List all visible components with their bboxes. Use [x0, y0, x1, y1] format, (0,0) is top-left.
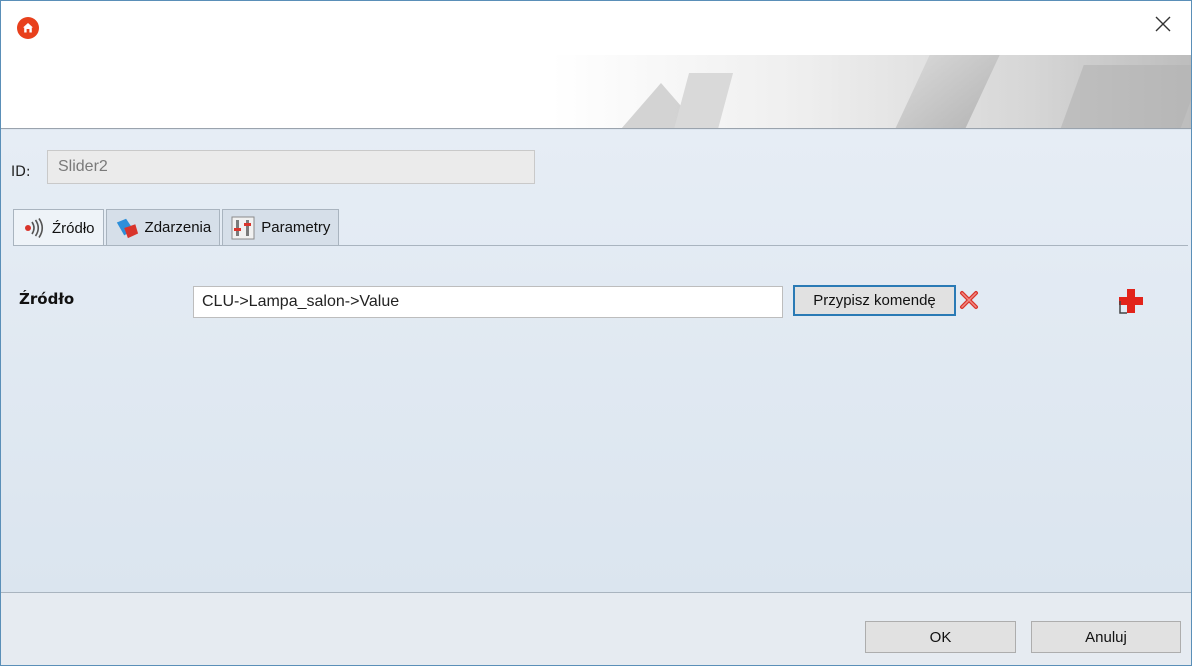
tab-parameters-label: Parametry: [261, 219, 331, 236]
id-field: Slider2: [47, 150, 535, 184]
tab-events[interactable]: Zdarzenia: [105, 209, 221, 245]
id-label: ID:: [11, 164, 31, 180]
events-icon: [115, 216, 139, 240]
ok-button[interactable]: OK: [865, 621, 1016, 653]
cancel-button[interactable]: Anuluj: [1031, 621, 1181, 653]
dialog-window: ID: Slider2 Źródło Zdarzenia Parametry Ź…: [0, 0, 1192, 666]
tab-bar: Źródło Zdarzenia Parametry: [13, 209, 341, 246]
title-bar: [1, 1, 1191, 129]
close-icon: [1155, 16, 1171, 32]
source-label: Źródło: [19, 290, 75, 308]
assign-command-button[interactable]: Przypisz komendę: [793, 285, 956, 316]
tab-parameters[interactable]: Parametry: [222, 209, 340, 245]
close-button[interactable]: [1143, 7, 1183, 41]
clear-x-icon[interactable]: [959, 290, 979, 310]
header-banner: [551, 55, 1191, 128]
parameters-icon: [231, 216, 255, 240]
tab-divider: [13, 245, 1188, 246]
tab-source-label: Źródło: [52, 219, 95, 237]
add-plus-icon[interactable]: [1117, 287, 1145, 315]
tab-source[interactable]: Źródło: [13, 209, 104, 246]
dialog-footer: OK Anuluj: [1, 592, 1191, 665]
source-signal-icon: [22, 216, 46, 240]
home-icon: [17, 17, 39, 39]
dialog-content: ID: Slider2 Źródło Zdarzenia Parametry Ź…: [1, 130, 1191, 592]
source-input[interactable]: [193, 286, 783, 318]
tab-events-label: Zdarzenia: [144, 219, 212, 236]
